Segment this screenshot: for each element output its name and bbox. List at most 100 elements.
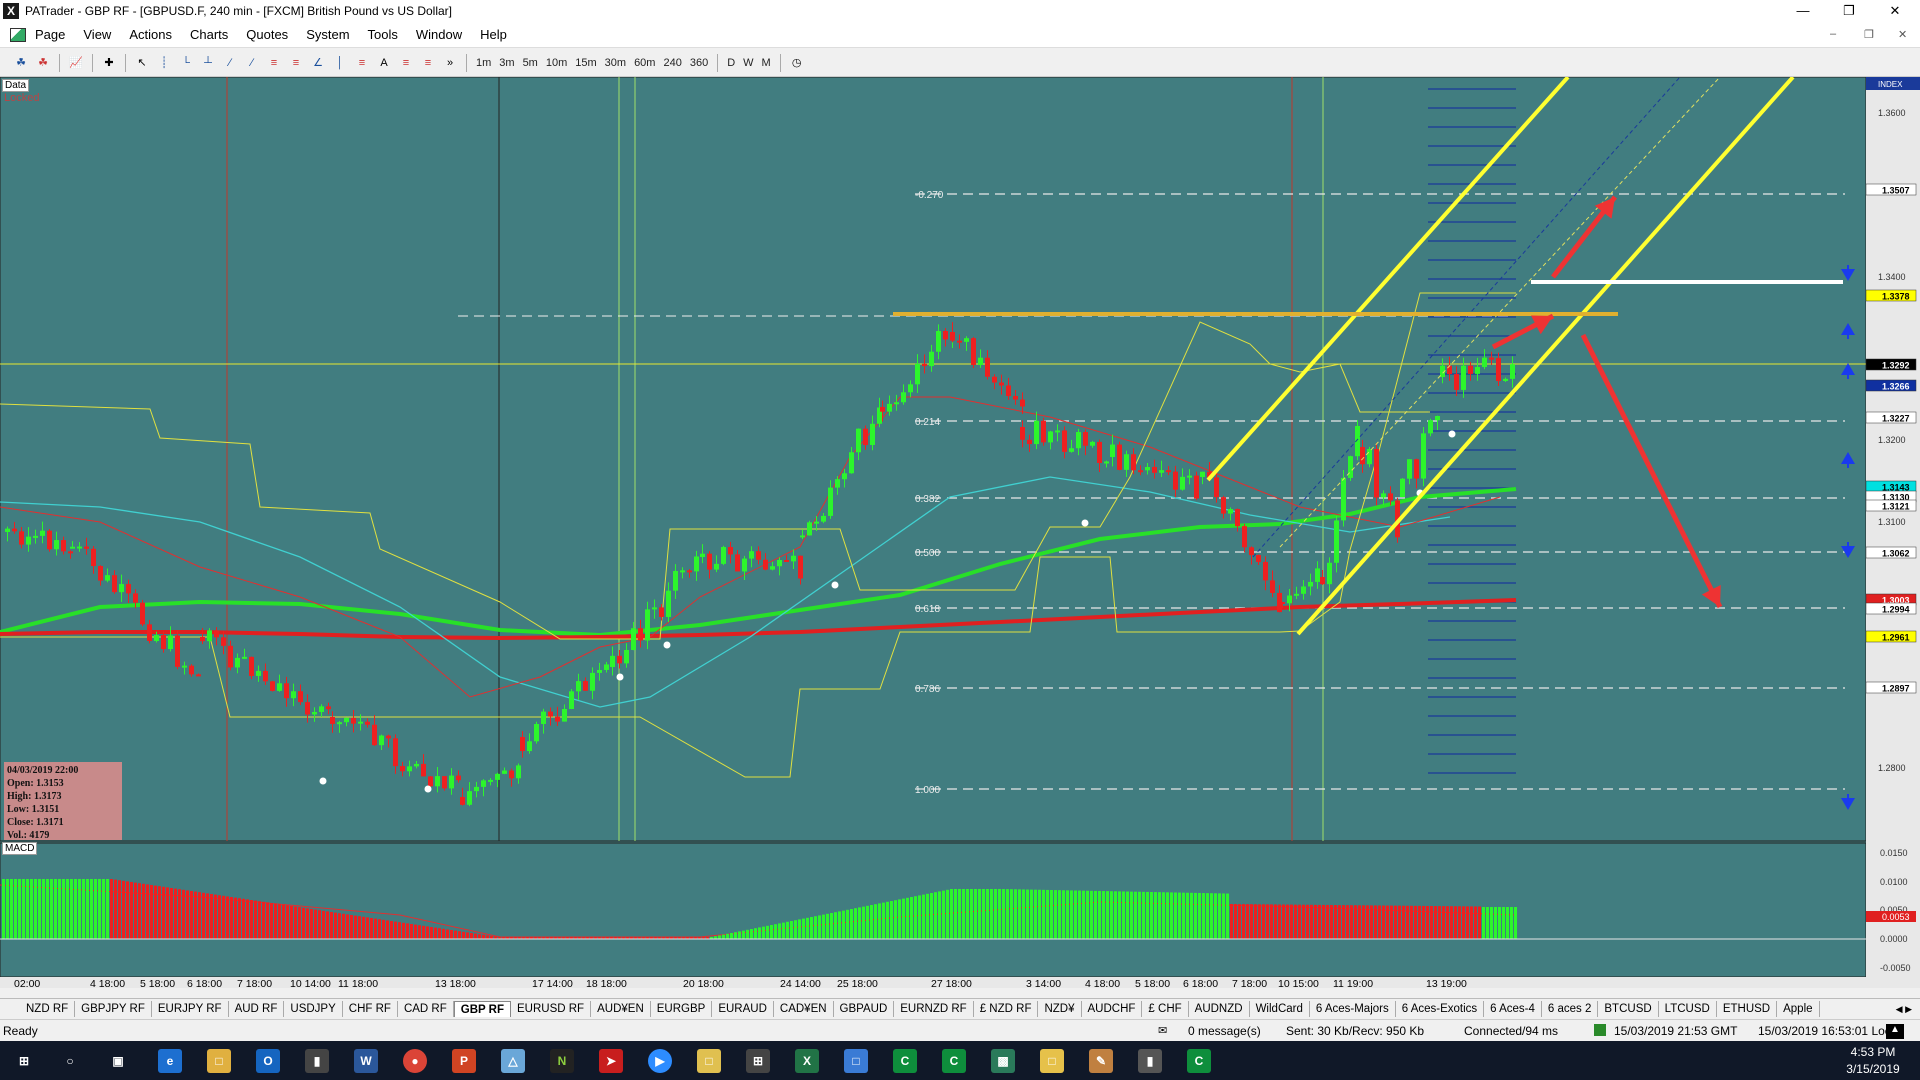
edge-icon[interactable]: e (158, 1049, 182, 1073)
symbol-tab[interactable]: CAD RF (398, 1001, 454, 1017)
symbol-tab[interactable]: AUDCHF (1082, 1001, 1143, 1017)
symbol-tab[interactable]: 6 Aces-4 (1484, 1001, 1542, 1017)
task-view-icon[interactable]: ▣ (106, 1049, 130, 1073)
symbol-tab[interactable]: AUDNZD (1189, 1001, 1250, 1017)
channel-icon[interactable]: ∕ (243, 55, 261, 71)
symbol-tab[interactable]: CHF RF (343, 1001, 398, 1017)
outlook-icon[interactable]: O (256, 1049, 280, 1073)
symbol-tab[interactable]: WildCard (1250, 1001, 1310, 1017)
menu-actions[interactable]: Actions (120, 27, 181, 42)
menu-help[interactable]: Help (471, 27, 516, 42)
menu-page[interactable]: Page (26, 27, 74, 42)
trend-line-icon[interactable]: ∕ (221, 55, 239, 71)
chrome-icon[interactable]: ● (403, 1049, 427, 1073)
clock-icon[interactable]: ◷ (788, 55, 806, 71)
crosshair-icon[interactable]: ✚ (100, 55, 118, 71)
symbol-tab[interactable]: GBPJPY RF (75, 1001, 152, 1017)
symbol-tab[interactable]: GBP RF (453, 1001, 511, 1017)
period-monthly[interactable]: M (758, 57, 775, 69)
minimize-icon[interactable]: — (1782, 0, 1824, 22)
symbol-tab[interactable]: BTCUSD (1598, 1001, 1659, 1017)
fib-retracement-icon[interactable]: ≡ (265, 55, 283, 71)
mdi-close-icon[interactable]: ✕ (1898, 28, 1907, 41)
period-weekly[interactable]: W (739, 57, 757, 69)
tab-nav-arrows-icon[interactable]: ◀ ▶ (1888, 1001, 1920, 1017)
camtasia-icon-2[interactable]: C (942, 1049, 966, 1073)
timeframe-10m[interactable]: 10m (542, 57, 571, 69)
app-icon-blue[interactable]: △ (501, 1049, 525, 1073)
camtasia-icon-3[interactable]: C (1187, 1049, 1211, 1073)
chart-tree-icon[interactable]: ☘ (34, 55, 52, 71)
period-daily[interactable]: D (723, 57, 739, 69)
powerpoint-icon[interactable]: P (452, 1049, 476, 1073)
menu-system[interactable]: System (297, 27, 358, 42)
symbol-tab[interactable]: £ NZD RF (974, 1001, 1039, 1017)
symbol-tab[interactable]: 6 Aces-Exotics (1396, 1001, 1485, 1017)
symbol-tab[interactable]: EURJPY RF (152, 1001, 229, 1017)
fib-fan-icon[interactable]: ∠ (309, 55, 327, 71)
timeframe-360[interactable]: 360 (686, 57, 712, 69)
envelope-icon[interactable]: ✉ (1158, 1024, 1167, 1037)
symbol-tab[interactable]: EURUSD RF (511, 1001, 592, 1017)
symbol-tab[interactable]: Apple (1777, 1001, 1820, 1017)
word-icon[interactable]: W (354, 1049, 378, 1073)
symbol-tab[interactable]: NZD¥ (1038, 1001, 1082, 1017)
symbol-tab[interactable]: NZD RF (20, 1001, 76, 1017)
more-tools-icon[interactable]: » (441, 55, 459, 71)
network-icon[interactable]: ☘ (12, 55, 30, 71)
symbol-tab[interactable]: EURGBP (651, 1001, 713, 1017)
taskbar-clock-time[interactable]: 4:53 PM (1838, 1045, 1908, 1059)
menu-quotes[interactable]: Quotes (237, 27, 297, 42)
taskbar-clock-date[interactable]: 3/15/2019 (1838, 1062, 1908, 1076)
gann-icon[interactable]: ≡ (397, 55, 415, 71)
symbol-tab[interactable]: USDJPY (284, 1001, 343, 1017)
price-chart[interactable]: -0.270 0.214 0.382 0.500 0.618 0.786 1.000 IND… (0, 77, 1920, 988)
symbol-tab[interactable]: LTCUSD (1659, 1001, 1717, 1017)
mdi-minimize-icon[interactable]: – (1830, 28, 1836, 40)
camtasia-icon[interactable]: C (893, 1049, 917, 1073)
app-icon-bird[interactable]: ➤ (599, 1049, 623, 1073)
menu-window[interactable]: Window (407, 27, 471, 42)
timeframe-15m[interactable]: 15m (571, 57, 600, 69)
app-icon-window[interactable]: □ (844, 1049, 868, 1073)
app-icon-doc[interactable]: □ (1040, 1049, 1064, 1073)
menu-tools[interactable]: Tools (359, 27, 407, 42)
timeframe-1m[interactable]: 1m (472, 57, 495, 69)
symbol-tab[interactable]: £ CHF (1142, 1001, 1189, 1017)
cross-line-icon[interactable]: ┴ (199, 55, 217, 71)
windows-start-icon[interactable]: ⊞ (12, 1049, 36, 1073)
symbol-tab[interactable]: EURAUD (712, 1001, 774, 1017)
zoom-icon[interactable]: ▶ (648, 1049, 672, 1073)
fib-extension-icon[interactable]: ≡ (287, 55, 305, 71)
symbol-tab[interactable]: AUD RF (229, 1001, 285, 1017)
pointer-icon[interactable]: ↖ (133, 55, 151, 71)
horizontal-line-icon[interactable]: └ (177, 55, 195, 71)
app-icon-trading[interactable]: ▮ (1138, 1049, 1162, 1073)
status-messages[interactable]: 0 message(s) (1188, 1024, 1261, 1038)
mdi-restore-icon[interactable]: ❐ (1864, 28, 1874, 41)
app-icon-paint[interactable]: ✎ (1089, 1049, 1113, 1073)
page-icon[interactable] (10, 27, 26, 42)
menu-charts[interactable]: Charts (181, 27, 237, 42)
symbol-tab[interactable]: CAD¥EN (774, 1001, 834, 1017)
restore-icon[interactable]: ❐ (1828, 0, 1870, 22)
tab-scroll-left[interactable] (0, 1001, 20, 1017)
app-icon-n[interactable]: N (550, 1049, 574, 1073)
timeframe-240[interactable]: 240 (659, 57, 685, 69)
menu-view[interactable]: View (74, 27, 120, 42)
timeframe-5m[interactable]: 5m (519, 57, 542, 69)
symbol-tab[interactable]: 6 aces 2 (1542, 1001, 1599, 1017)
symbol-tab[interactable]: 6 Aces-Majors (1310, 1001, 1396, 1017)
pitchfork-icon[interactable]: ≡ (419, 55, 437, 71)
calculator-icon[interactable]: ⊞ (746, 1049, 770, 1073)
timeframe-3m[interactable]: 3m (495, 57, 518, 69)
app-icon-folder[interactable]: □ (697, 1049, 721, 1073)
patrader-taskbar-icon[interactable]: ▮ (305, 1049, 329, 1073)
fib-time-icon[interactable]: │ (331, 55, 349, 71)
close-icon[interactable]: ✕ (1874, 0, 1916, 22)
symbol-tab[interactable]: EURNZD RF (894, 1001, 974, 1017)
fib-arc-icon[interactable]: ≡ (353, 55, 371, 71)
excel-icon[interactable]: X (795, 1049, 819, 1073)
vertical-line-icon[interactable]: ┊ (155, 55, 173, 71)
timeframe-60m[interactable]: 60m (630, 57, 659, 69)
